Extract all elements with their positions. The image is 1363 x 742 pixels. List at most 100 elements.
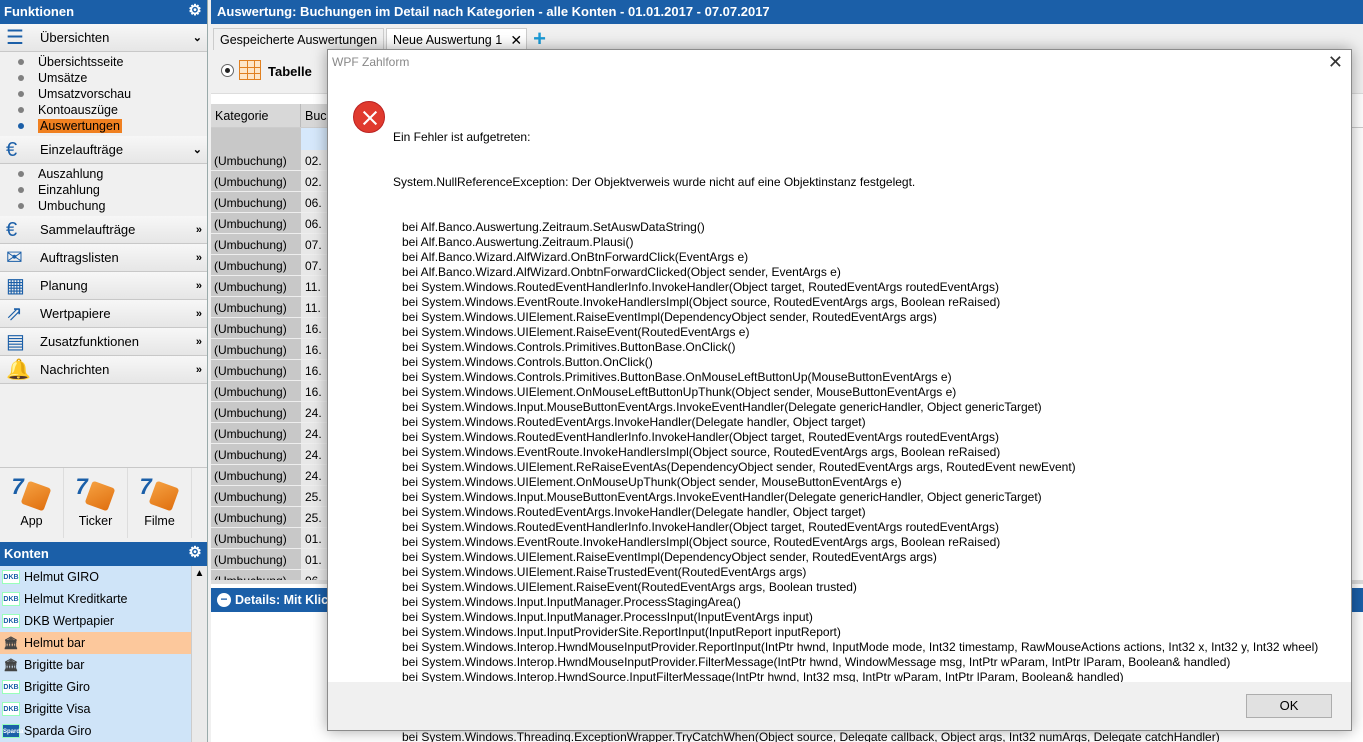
nav-subitem[interactable]: Übersichtsseite <box>16 54 207 70</box>
nav-section-label: Übersichten <box>40 30 110 45</box>
nav-subitem[interactable]: Auszahlung <box>16 166 207 182</box>
nav-subitem-label: Übersichtsseite <box>38 55 124 69</box>
stack-line: bei System.Windows.Threading.ExceptionWr… <box>402 730 1220 742</box>
expand-chevron-icon[interactable]: » <box>196 328 202 356</box>
stack-line: bei Alf.Banco.Wizard.AlfWizard.OnbtnForw… <box>402 265 841 279</box>
stack-line: bei Alf.Banco.Auswertung.Zeitraum.SetAus… <box>402 220 705 234</box>
filter-cell[interactable] <box>211 128 301 150</box>
account-item[interactable]: 🏛 Brigitte bar <box>0 654 191 676</box>
collapse-icon[interactable]: − <box>217 593 231 607</box>
bullet-icon <box>18 91 24 97</box>
nav-subitem[interactable]: Umsätze <box>16 70 207 86</box>
cell-kategorie: (Umbuchung) <box>211 339 301 360</box>
tile-0[interactable]: 7 App <box>0 468 64 538</box>
close-icon[interactable]: ✕ <box>1328 52 1343 72</box>
stack-line: bei System.Windows.Input.InputProviderSi… <box>402 625 841 639</box>
stack-line: bei System.Windows.Controls.Primitives.B… <box>402 340 736 354</box>
nav-section-6[interactable]: ▤ Zusatzfunktionen » <box>0 328 207 356</box>
account-label: Helmut bar <box>24 636 86 650</box>
nav-subitem-label: Auswertungen <box>38 119 122 133</box>
cell-kategorie: (Umbuchung) <box>211 528 301 549</box>
account-item[interactable]: DKB Brigitte Giro <box>0 676 191 698</box>
stack-line: bei System.Windows.EventRoute.InvokeHand… <box>402 535 1001 549</box>
nav-subitem[interactable]: Umbuchung <box>16 198 207 214</box>
dialog-footer: OK <box>328 682 1351 730</box>
stack-line: bei System.Windows.RoutedEventHandlerInf… <box>402 280 999 294</box>
nav-section-1[interactable]: € Einzelaufträge ⌄ <box>0 136 207 164</box>
nav-section-5[interactable]: ⇗ Wertpapiere » <box>0 300 207 328</box>
cell-kategorie: (Umbuchung) <box>211 486 301 507</box>
ticker-chart-icon: 7 <box>76 474 116 512</box>
nav-subitem[interactable]: Umsatzvorschau <box>16 86 207 102</box>
error-message: Ein Fehler ist aufgetreten: System.NullR… <box>393 100 1318 742</box>
cell-kategorie: (Umbuchung) <box>211 276 301 297</box>
nav-section-label: Zusatzfunktionen <box>40 334 140 349</box>
stack-line: bei System.Windows.UIElement.RaiseEvent(… <box>402 580 857 594</box>
account-item[interactable]: DKB Helmut GIRO <box>0 566 191 588</box>
nav-subitem-label: Kontoauszüge <box>38 103 118 117</box>
stack-trace: bei Alf.Banco.Auswertung.Zeitraum.SetAus… <box>393 220 1318 742</box>
nav-section-3[interactable]: ✉ Auftragslisten » <box>0 244 207 272</box>
sparda-logo-icon: Sparda <box>2 724 23 738</box>
nav-section-4[interactable]: ▦ Planung » <box>0 272 207 300</box>
nav-subitem[interactable]: Auswertungen <box>16 118 207 134</box>
stack-line: bei System.Windows.UIElement.RaiseEventI… <box>402 550 937 564</box>
cell-kategorie: (Umbuchung) <box>211 402 301 423</box>
expand-chevron-icon[interactable]: » <box>196 272 202 300</box>
nav-subitem[interactable]: Kontoauszüge <box>16 102 207 118</box>
nav-section-2[interactable]: € Sammelaufträge » <box>0 216 207 244</box>
gear-icon[interactable]: ⚙ <box>187 545 203 561</box>
cell-kategorie: (Umbuchung) <box>211 318 301 339</box>
bullet-icon <box>18 59 24 65</box>
nav-section-0[interactable]: ☰ Übersichten ⌄ <box>0 24 207 52</box>
tile-label: Filme <box>144 514 175 528</box>
collapse-chevron-icon[interactable]: ⌄ <box>193 24 202 52</box>
account-item[interactable]: 🏛 Helmut bar <box>0 632 191 654</box>
cell-kategorie: (Umbuchung) <box>211 507 301 528</box>
gear-icon[interactable]: ⚙ <box>187 3 203 19</box>
stack-line: bei System.Windows.UIElement.ReRaiseEven… <box>402 460 1076 474</box>
cell-kategorie: (Umbuchung) <box>211 150 301 171</box>
account-item[interactable]: DKB Helmut Kreditkarte <box>0 588 191 610</box>
account-item[interactable]: DKB Brigitte Visa <box>0 698 191 720</box>
card-icon: ▤ <box>6 331 25 353</box>
dkb-logo-icon: DKB <box>2 702 20 716</box>
add-tab-icon[interactable]: + <box>533 28 546 50</box>
film-icon: 7 <box>140 474 180 512</box>
exception-line: System.NullReferenceException: Der Objek… <box>393 175 916 189</box>
scroll-up-icon[interactable]: ▲ <box>192 566 207 582</box>
nav-subitem-label: Einzahlung <box>38 183 100 197</box>
expand-chevron-icon[interactable]: » <box>196 216 202 244</box>
expand-chevron-icon[interactable]: » <box>196 244 202 272</box>
cell-kategorie: (Umbuchung) <box>211 423 301 444</box>
stack-line: bei System.Windows.Input.InputManager.Pr… <box>402 595 741 609</box>
tab-bar: Gespeicherte Auswertungen Neue Auswertun… <box>211 24 1363 50</box>
account-item[interactable]: Sparda Sparda Giro <box>0 720 191 742</box>
stack-line: bei System.Windows.Controls.Button.OnCli… <box>402 355 653 369</box>
nav-subitem[interactable]: Einzahlung <box>16 182 207 198</box>
konten-list: DKB Helmut GIRO DKB Helmut Kreditkarte DKB DK… <box>0 566 207 742</box>
stack-line: bei System.Windows.Interop.HwndMouseInpu… <box>402 655 1231 669</box>
tab-label: Neue Auswertung 1 <box>393 33 503 47</box>
tab-new-evaluation[interactable]: Neue Auswertung 1 ✕ <box>386 28 528 51</box>
column-header-kategorie[interactable]: Kategorie <box>211 104 301 127</box>
cell-kategorie: (Umbuchung) <box>211 465 301 486</box>
cell-kategorie: (Umbuchung) <box>211 297 301 318</box>
dialog-title: WPF Zahlform <box>332 55 410 69</box>
error-header: Ein Fehler ist aufgetreten: <box>393 130 531 144</box>
dkb-logo-icon: DKB <box>2 570 20 584</box>
account-item[interactable]: DKB DKB Wertpapier <box>0 610 191 632</box>
dkb-logo-icon: DKB <box>2 614 20 628</box>
cell-kategorie: (Umbuchung) <box>211 381 301 402</box>
table-view-radio[interactable] <box>221 64 234 77</box>
ok-button[interactable]: OK <box>1246 694 1332 718</box>
tab-saved-evaluations[interactable]: Gespeicherte Auswertungen <box>213 28 385 50</box>
collapse-chevron-icon[interactable]: ⌄ <box>193 136 202 164</box>
tile-1[interactable]: 7 Ticker <box>64 468 128 538</box>
expand-chevron-icon[interactable]: » <box>196 300 202 328</box>
tile-2[interactable]: 7 Filme <box>128 468 192 538</box>
expand-chevron-icon[interactable]: » <box>196 356 202 384</box>
konten-scrollbar[interactable]: ▲ <box>191 566 207 742</box>
close-icon[interactable]: ✕ <box>510 29 522 51</box>
nav-section-7[interactable]: 🔔 Nachrichten » <box>0 356 207 384</box>
